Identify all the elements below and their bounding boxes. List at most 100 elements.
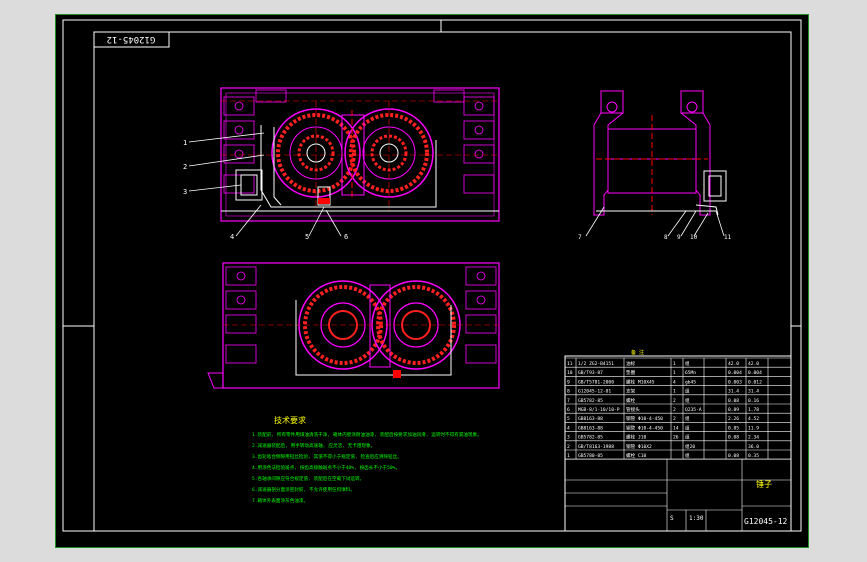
bom-cell-qty: 2 [673,398,676,404]
code-box-text: G12045-12 [107,34,156,44]
front-view-upper [220,87,500,222]
drawing-number: G12045-12 [744,517,788,526]
technical-notes: 技术要求 1.装配前, 所有零件用煤油清洗干净, 箱体内壁涂耐油油漆, 装配后按… [252,415,482,504]
bom-cell-mat: 组 [685,397,690,404]
callout-6: 6 [344,233,348,241]
bom-cell-name: 垫圈 [626,369,636,376]
note-5: 5.各轴承间隙应符合规定值, 装配后在空载下试运转。 [252,475,364,482]
bom-cell-mat: 组 [685,452,690,459]
note-4: 4.用涂色法检验斑点, 按齿高接触斑点不小于40%, 按齿长不小于50%。 [252,464,400,471]
bom-cell-qty: 1 [673,370,676,376]
bom-cell-code: GB8163-88 [578,416,603,422]
bom-cell-qty: 2 [673,416,676,422]
bom-cell-no: 3 [567,435,570,441]
scale-value: 1:30 [689,515,704,522]
bom-cell-qty: 1 [673,389,676,395]
bom-cell-no: 5 [567,416,570,422]
bom-cell-w1: 0.08 [728,398,739,404]
note-1: 1.装配前, 所有零件用煤油清洗干净, 箱体内壁涂耐油油漆, 装配后按要求加油润… [252,431,482,438]
bom-cell-no: 7 [567,398,570,404]
bom-cell-w1: 42.0 [728,361,739,367]
bom-cell-qty: 14 [673,425,679,431]
callout-labels-side: 7 8 9 10 11 [578,234,732,241]
bom-cell-no: 10 [567,370,573,376]
bom-cell-code: GB5780-85 [578,453,603,459]
title-cell: 锤子 [756,479,772,489]
bom-cell-code: GB/T8163-1988 [578,444,614,450]
bom-cell-mat: 组 [685,360,690,367]
sheet-s: S [670,515,674,522]
bom-cell-w1: 0.08 [728,453,739,459]
bom-cell-no: 2 [567,444,570,450]
bom-cell-no: 6 [567,407,570,413]
bom-cell-w2: 36.0 [748,444,759,450]
bom-cell-w2: 0.012 [748,379,762,385]
callout-1: 1 [183,139,187,147]
bom-cell-no: 1 [567,453,570,459]
outer-border [62,19,802,532]
bom-cell-qty: 26 [673,435,679,441]
callout-5: 5 [305,233,309,241]
bom-cell-w2: 31.4 [748,389,759,395]
note-2: 2.减速器装配后, 用手转动高速轴, 应灵活, 无卡阻现象。 [252,442,375,449]
bom-cell-w1: 0.003 [728,379,742,385]
bom-cell-name: 螺栓 C10 [626,452,646,459]
bom-cell-w1: 2.26 [728,416,739,422]
bom-cell-w1: 0.89 [728,407,739,413]
bom-cell-mat: 组 [685,434,690,441]
callout-3: 3 [183,188,187,196]
callout-10: 10 [690,234,698,241]
bom-cell-w2: 11.9 [748,425,759,431]
bom-cell-w2: 0.35 [748,453,759,459]
bom-cell-mat: 组 [685,388,690,395]
bom-cell-qty: 1 [673,361,676,367]
bom-table: 备 注 1 1 1/2 ZG2-B4151 油标 1 组 42.0 42.0 10 GB/T93-… [564,349,792,532]
note-6: 6.减速器剖分面涂密封胶, 不允许使用任何填料。 [252,486,355,493]
callout-7: 7 [578,234,582,241]
bom-cell-w2: 0.004 [748,370,762,376]
bom-cell-no: 9 [567,379,570,385]
bom-cell-code: GB8163-88 [578,425,603,431]
bom-cell-code: 1/2 ZG2-B4151 [578,361,614,367]
bom-cell-w2: 0.16 [748,398,759,404]
bom-cell-name: 螺栓 M10X45 [626,378,655,385]
bom-cell-mat: gb45 [685,379,696,385]
bom-cell-w1: 0.08 [728,435,739,441]
bom-cell-qty: 4 [673,379,676,385]
bom-cell-w2: 1.78 [748,407,759,413]
bom-cell-no: 8 [567,389,570,395]
side-view [593,90,727,216]
bom-cell-name: 螺栓 J10 [626,434,646,441]
bom-cell-w2: 42.0 [748,361,759,367]
bom-cell-name: 钢管 Φ10X2 [626,443,652,450]
bom-cell-code: GB5782-85 [578,435,603,441]
bom-cell-no: 4 [567,425,570,431]
bom-cell-name: 支架 [626,388,636,395]
bom-cell-mat: 组20 [685,443,695,450]
cad-drawing-canvas: G12045-12 1 2 3 4 5 6 7 8 9 10 11 技术要求 1… [62,19,802,532]
bom-cell-w2: 4.52 [748,416,759,422]
notes-title: 技术要求 [274,415,306,425]
bom-cell-w2: 2.34 [748,435,759,441]
bom-cell-name: 管接头 [626,406,640,413]
bom-cell-mat: 组 [685,424,690,431]
callout-9: 9 [677,234,681,241]
callout-11: 11 [724,234,732,241]
bom-cell-code: MGB-8/1-10/10-P [578,407,620,413]
callout-2: 2 [183,163,187,171]
note-3: 3.齿轮啮合侧隙用铅丝检验, 其值不得小于规定值, 检查后应清除铅丝。 [252,453,402,460]
bom-remark: 备 注 [631,349,644,356]
cad-viewport[interactable]: G12045-12 1 2 3 4 5 6 7 8 9 10 11 技术要求 1… [55,14,809,548]
bom-cell-w1: 0.85 [728,425,739,431]
bom-cell-qty: 2 [673,407,676,413]
callout-4: 4 [230,233,234,241]
bom-cell-name: 油标 [626,360,636,367]
note-7: 7.箱体外表面涂灰色油漆。 [252,497,308,504]
plan-view [207,262,500,389]
bom-cell-w1: 0.004 [728,370,742,376]
bom-cell-mat: 组 [685,415,690,422]
bom-cell-w1: 31.4 [728,389,739,395]
bom-cell-code: GB/T93-87 [578,370,603,376]
bom-cell-mat: Q235-A [685,407,702,413]
bom-cell-code: GB5782-85 [578,398,603,404]
